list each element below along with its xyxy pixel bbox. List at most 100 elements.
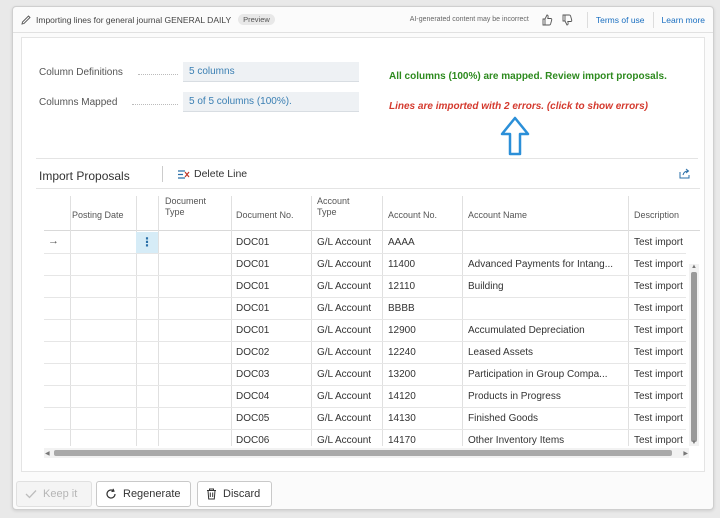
discard-label: Discard xyxy=(223,488,261,500)
table-row[interactable]: DOC03 G/L Account 13200 Participation in… xyxy=(44,364,686,386)
row-actions-icon[interactable]: ⋮ xyxy=(136,232,158,253)
thumbs-up-icon[interactable] xyxy=(541,14,553,26)
cell-account-no[interactable]: AAAA xyxy=(388,237,415,248)
dialog-title: Importing lines for general journal GENE… xyxy=(36,14,232,25)
current-row-arrow-icon: → xyxy=(48,235,59,247)
cell-document-no[interactable]: DOC04 xyxy=(236,391,269,402)
cell-document-no[interactable]: DOC01 xyxy=(236,281,269,292)
col-posting-date[interactable]: Posting Date xyxy=(72,210,124,221)
cell-account-type[interactable]: G/L Account xyxy=(317,281,371,292)
columns-mapped-value[interactable]: 5 of 5 columns (100%). xyxy=(183,92,359,112)
cell-description[interactable]: Test import xyxy=(634,259,686,270)
cell-account-name: Products in Progress xyxy=(468,391,561,402)
import-dialog: Importing lines for general journal GENE… xyxy=(12,6,714,510)
delete-rows-icon xyxy=(178,169,190,179)
col-account-no[interactable]: Account No. xyxy=(388,210,437,221)
cell-account-name: Leased Assets xyxy=(468,347,534,358)
cell-account-type[interactable]: G/L Account xyxy=(317,413,371,424)
cell-description[interactable]: Test import xyxy=(634,369,686,380)
col-account-name[interactable]: Account Name xyxy=(468,210,527,221)
regenerate-button[interactable]: Regenerate xyxy=(96,481,191,507)
cell-document-no[interactable]: DOC05 xyxy=(236,413,269,424)
cell-account-no[interactable]: 13200 xyxy=(388,369,416,380)
table-row[interactable]: DOC01 G/L Account BBBB Test import xyxy=(44,298,686,320)
table-row[interactable]: DOC01 G/L Account 11400 Advanced Payment… xyxy=(44,254,686,276)
table-row[interactable]: DOC05 G/L Account 14130 Finished Goods T… xyxy=(44,408,686,430)
terms-of-use-link[interactable]: Terms of use xyxy=(596,15,645,25)
horizontal-scroll-thumb[interactable] xyxy=(54,450,672,456)
horizontal-scrollbar[interactable]: ◀ ▶ xyxy=(44,448,689,458)
grid-top-line xyxy=(36,188,700,189)
header-rule xyxy=(44,230,700,231)
col-account-type-line1: Account xyxy=(317,196,350,206)
cell-description[interactable]: Test import xyxy=(634,435,686,446)
thumbs-down-icon[interactable] xyxy=(561,14,573,26)
ai-disclaimer: AI-generated content may be incorrect xyxy=(409,16,529,23)
delete-line-button[interactable]: Delete Line xyxy=(177,166,247,182)
title-divider xyxy=(586,11,588,28)
cell-account-type[interactable]: G/L Account xyxy=(317,347,371,358)
discard-button[interactable]: Discard xyxy=(197,481,272,507)
cell-description[interactable]: Test import xyxy=(634,303,686,314)
preview-badge: Preview xyxy=(238,14,275,25)
table-row[interactable]: DOC04 G/L Account 14120 Products in Prog… xyxy=(44,386,686,408)
cell-document-no[interactable]: DOC06 xyxy=(236,435,269,446)
cell-account-no[interactable]: 14130 xyxy=(388,413,416,424)
cell-account-type[interactable]: G/L Account xyxy=(317,369,371,380)
scroll-right-icon[interactable]: ▶ xyxy=(683,450,688,457)
cell-account-name: Building xyxy=(468,281,504,292)
toolbar-divider xyxy=(162,166,163,182)
cell-account-name: Other Inventory Items xyxy=(468,435,565,446)
cell-description[interactable]: Test import xyxy=(634,347,686,358)
cell-description[interactable]: Test import xyxy=(634,237,686,248)
cell-description[interactable]: Test import xyxy=(634,413,686,424)
cell-account-type[interactable]: G/L Account xyxy=(317,435,371,446)
scroll-left-icon[interactable]: ◀ xyxy=(45,450,50,457)
cell-account-no[interactable]: 14120 xyxy=(388,391,416,402)
cell-account-type[interactable]: G/L Account xyxy=(317,259,371,270)
scroll-down-icon[interactable]: ▼ xyxy=(691,440,697,446)
table-row[interactable]: DOC01 G/L Account 12900 Accumulated Depr… xyxy=(44,320,686,342)
cell-account-no[interactable]: 12900 xyxy=(388,325,416,336)
table-row[interactable]: DOC02 G/L Account 12240 Leased Assets Te… xyxy=(44,342,686,364)
columns-mapped-label: Columns Mapped xyxy=(39,97,118,108)
cell-document-no[interactable]: DOC01 xyxy=(236,237,269,248)
cell-description[interactable]: Test import xyxy=(634,281,686,292)
scroll-up-icon[interactable]: ▲ xyxy=(691,264,697,270)
vertical-scrollbar[interactable]: ▲ ▼ xyxy=(689,264,699,446)
cell-account-type[interactable]: G/L Account xyxy=(317,303,371,314)
errors-message[interactable]: Lines are imported with 2 errors. (click… xyxy=(389,101,648,112)
delete-line-label: Delete Line xyxy=(194,168,248,180)
cell-account-no[interactable]: 11400 xyxy=(388,259,415,270)
cell-account-no[interactable]: 12240 xyxy=(388,347,416,358)
table-row[interactable]: DOC01 G/L Account 12110 Building Test im… xyxy=(44,276,686,298)
regenerate-label: Regenerate xyxy=(123,488,181,500)
column-definitions-label: Column Definitions xyxy=(39,67,123,78)
column-definitions-value[interactable]: 5 columns xyxy=(183,62,359,82)
cell-document-no[interactable]: DOC03 xyxy=(236,369,269,380)
cell-document-no[interactable]: DOC02 xyxy=(236,347,269,358)
table-row[interactable]: → ⋮ DOC01 G/L Account AAAA Test import xyxy=(44,232,686,254)
learn-more-link[interactable]: Learn more xyxy=(662,15,705,25)
col-description[interactable]: Description xyxy=(634,210,679,221)
col-account-type[interactable]: Account Type xyxy=(317,196,350,218)
col-document-type[interactable]: Document Type xyxy=(165,196,206,218)
cell-account-type[interactable]: G/L Account xyxy=(317,325,371,336)
cell-account-no[interactable]: 14170 xyxy=(388,435,416,446)
share-icon[interactable] xyxy=(678,167,691,180)
pencil-icon xyxy=(21,14,31,25)
trash-icon xyxy=(207,488,216,500)
col-document-type-line1: Document xyxy=(165,196,207,206)
cell-account-no[interactable]: BBBB xyxy=(388,303,415,314)
cell-document-no[interactable]: DOC01 xyxy=(236,325,269,336)
cell-description[interactable]: Test import xyxy=(634,325,686,336)
cell-document-no[interactable]: DOC01 xyxy=(236,259,269,270)
cell-description[interactable]: Test import xyxy=(634,391,686,402)
cell-account-type[interactable]: G/L Account xyxy=(317,237,371,248)
cell-account-no[interactable]: 12110 xyxy=(388,281,415,292)
cell-document-no[interactable]: DOC01 xyxy=(236,303,269,314)
vertical-scroll-thumb[interactable] xyxy=(691,272,697,442)
cell-account-type[interactable]: G/L Account xyxy=(317,391,371,402)
col-document-no[interactable]: Document No. xyxy=(236,210,294,221)
keep-it-button[interactable]: Keep it xyxy=(16,481,92,507)
